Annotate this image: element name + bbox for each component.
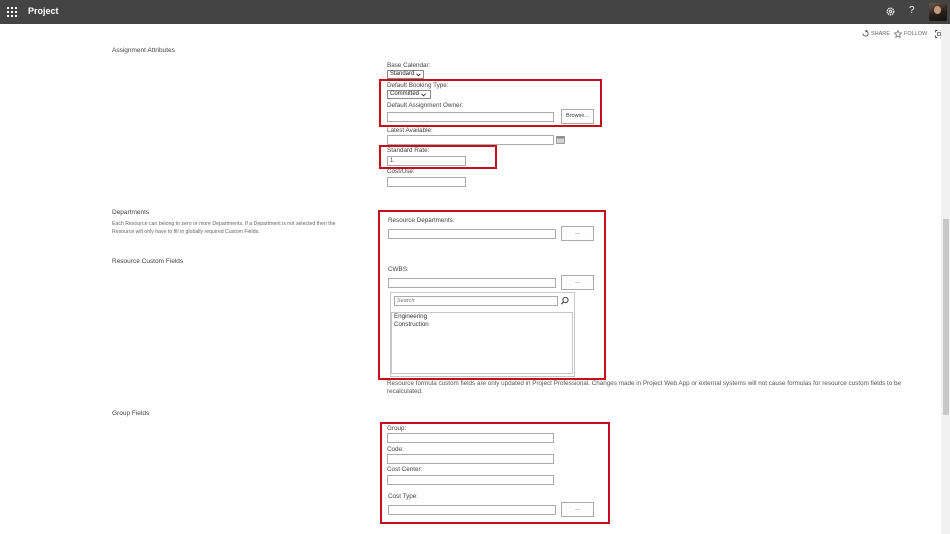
latest-available-input[interactable] xyxy=(387,135,554,145)
cwbs-ellipsis-button[interactable]: ... xyxy=(561,275,594,290)
departments-heading: Departments xyxy=(112,209,150,216)
code-label: Code: xyxy=(387,446,404,453)
chevron-down-icon xyxy=(416,72,422,76)
cost-use-input[interactable] xyxy=(387,177,466,187)
suite-bar: Project ? xyxy=(0,0,950,24)
share-button[interactable]: SHARE xyxy=(862,30,890,37)
cost-use-label: Cost/Use: xyxy=(387,168,415,175)
base-calendar-label: Base Calendar: xyxy=(387,62,431,69)
group-label: Group: xyxy=(387,425,407,432)
cost-type-input[interactable] xyxy=(388,505,556,515)
app-launcher-icon[interactable] xyxy=(7,7,17,17)
code-input[interactable] xyxy=(387,454,554,464)
follow-button[interactable]: FOLLOW xyxy=(894,30,927,38)
cost-center-label: Cost Center: xyxy=(387,466,423,473)
default-booking-type-select[interactable]: Committed xyxy=(387,90,431,99)
share-label: SHARE xyxy=(871,30,890,37)
app-title[interactable]: Project xyxy=(28,6,59,16)
resource-departments-label: Resource Departments: xyxy=(388,217,455,224)
group-input[interactable] xyxy=(387,433,554,443)
latest-available-label: Latest Available: xyxy=(387,127,433,134)
departments-ellipsis-button[interactable]: ... xyxy=(561,226,594,241)
default-assignment-owner-label: Default Assignment Owner: xyxy=(387,102,464,109)
cost-type-ellipsis-button[interactable]: ... xyxy=(561,502,594,517)
standard-rate-label: Standard Rate: xyxy=(387,147,430,154)
lookup-item-construction[interactable]: Construction xyxy=(394,321,429,328)
booking-type-value: Committed xyxy=(390,91,420,97)
chevron-down-icon xyxy=(421,92,426,96)
resource-departments-input[interactable] xyxy=(388,229,556,239)
default-booking-type-label: Default Booking Type: xyxy=(387,82,449,89)
search-icon[interactable] xyxy=(558,295,571,307)
formula-note: Resource formula custom fields are only … xyxy=(387,380,902,396)
standard-rate-input[interactable]: 1 xyxy=(387,156,466,166)
gear-icon[interactable] xyxy=(885,6,896,17)
scrollbar-thumb[interactable] xyxy=(943,219,949,415)
default-assignment-owner-input[interactable] xyxy=(387,112,554,122)
share-icon xyxy=(862,30,869,37)
lookup-search-input[interactable]: Search xyxy=(394,296,558,306)
resource-custom-fields-heading: Resource Custom Fields xyxy=(112,258,184,265)
lookup-item-engineering[interactable]: Engineering xyxy=(394,313,427,320)
assignment-attributes-heading: Assignment Attributes xyxy=(112,47,175,54)
group-fields-heading: Group Fields xyxy=(112,410,150,417)
calendar-icon[interactable] xyxy=(556,136,565,144)
departments-description: Each Resource can belong to zero or more… xyxy=(112,221,336,235)
browse-button[interactable]: Browse... xyxy=(561,109,594,124)
cost-center-input[interactable] xyxy=(387,475,554,485)
cwbs-input[interactable] xyxy=(388,278,556,288)
star-icon xyxy=(894,30,902,38)
help-icon[interactable]: ? xyxy=(909,5,915,16)
base-calendar-value: Standard xyxy=(390,71,415,77)
cost-type-label: Cost Type: xyxy=(388,493,418,500)
base-calendar-select[interactable]: Standard xyxy=(387,70,424,79)
follow-label: FOLLOW xyxy=(904,31,928,37)
avatar[interactable] xyxy=(929,3,947,21)
cwbs-label: CWBS: xyxy=(388,266,409,273)
